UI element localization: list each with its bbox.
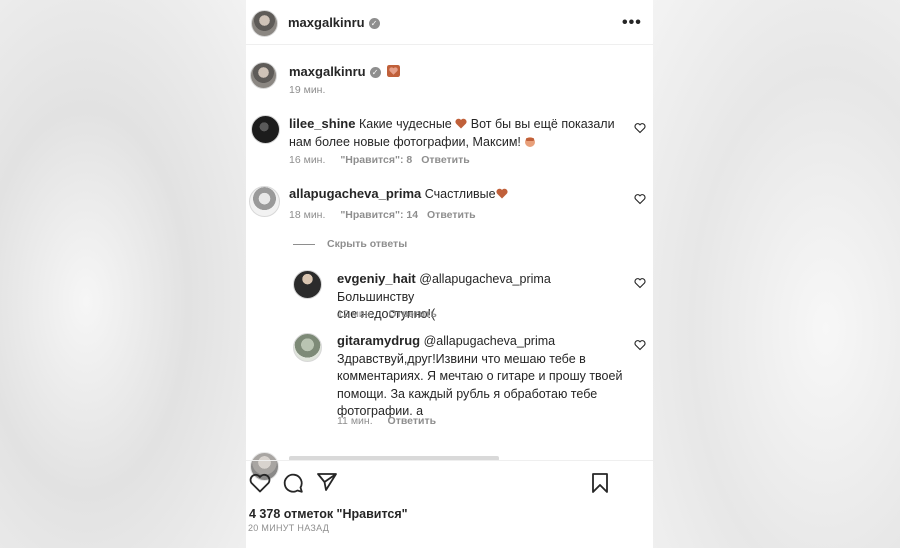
comment-time: 18 мин. [289, 209, 326, 221]
comment-text-part: Вот бы вы ещё показали [470, 117, 615, 131]
comment-text-part: Счастливые [424, 187, 496, 201]
post-panel: maxgalkinru ✓ ••• maxgalkinru ✓ 19 мин. li… [246, 0, 653, 548]
comment-text: lilee_shine Какие чудесные Вот бы вы ещё… [289, 115, 629, 151]
reply-button[interactable]: Ответить [421, 154, 470, 166]
comment-avatar[interactable] [249, 186, 280, 217]
reply-meta: 12 мин. Ответить [337, 308, 437, 320]
heart-emoji-icon [455, 118, 467, 129]
comment-text-part: нам более новые фотографии, Максим! [289, 134, 521, 149]
background-left [0, 0, 246, 548]
comment-text-part: Какие чудесные [358, 117, 452, 131]
reply-time: 12 мин. [337, 308, 374, 320]
header-username[interactable]: maxgalkinru ✓ [288, 15, 380, 30]
comment-icon[interactable] [282, 472, 304, 494]
comment-likes[interactable]: "Нравится": 14 [340, 209, 418, 221]
reply-meta: 11 мин. Ответить [337, 415, 436, 427]
comment-meta: 18 мин. "Нравится": 14 Ответить [289, 209, 476, 221]
comment-username[interactable]: lilee_shine [289, 116, 355, 131]
reply-avatar[interactable] [293, 270, 322, 299]
caption-avatar[interactable] [250, 62, 277, 89]
post-timestamp: 20 МИНУТ НАЗАД [248, 523, 330, 533]
share-icon[interactable] [316, 472, 338, 492]
comment-likes[interactable]: "Нравится": 8 [340, 154, 412, 166]
heart-emoji-icon [496, 188, 508, 199]
comment-time: 16 мин. [289, 154, 326, 166]
caption-time: 19 мин. [289, 84, 326, 96]
reply-button[interactable]: Ответить [388, 308, 437, 320]
comment-meta: 16 мин. "Нравится": 8 Ответить [289, 154, 470, 166]
reply-button[interactable]: Ответить [427, 209, 476, 221]
comment-text: allapugacheva_prima Счастливые [289, 185, 508, 204]
background-right [653, 0, 900, 548]
more-icon[interactable]: ••• [622, 14, 642, 32]
header-divider [246, 44, 653, 45]
heart-emoji-icon [387, 65, 401, 77]
reply-like-heart-icon[interactable] [634, 277, 646, 289]
comment-like-heart-icon[interactable] [634, 193, 646, 205]
face-emoji-icon [525, 136, 536, 147]
reply-like-heart-icon[interactable] [634, 339, 646, 351]
reply-text-part: комментариях. Я мечтаю о гитаре и прошу … [337, 369, 623, 383]
heart-icon[interactable] [249, 473, 271, 493]
comment-avatar[interactable] [251, 115, 280, 144]
comment-like-heart-icon[interactable] [634, 122, 646, 134]
reply-text-part: Здравствуй,друг!Извини что мешаю тебе в [337, 351, 586, 366]
verified-badge-icon: ✓ [368, 18, 380, 30]
reply-username[interactable]: gitaramydrug [337, 333, 420, 348]
reply-username[interactable]: evgeniy_hait [337, 271, 416, 286]
reply-avatar[interactable] [293, 333, 322, 362]
caption-username[interactable]: maxgalkinru ✓ [289, 64, 401, 79]
reply-button[interactable]: Ответить [388, 415, 437, 427]
actions-divider [246, 460, 653, 461]
comment-username[interactable]: allapugacheva_prima [289, 186, 421, 201]
likes-count[interactable]: 4 378 отметок "Нравится" [249, 507, 408, 521]
reply-text-part: @allapugacheva_prima [423, 334, 556, 348]
bookmark-icon[interactable] [591, 472, 609, 494]
reply-text-part: помощи. За каждый рубль я обработаю тебе [337, 386, 598, 401]
hide-replies-line [293, 244, 315, 245]
reply-time: 11 мин. [337, 415, 373, 427]
hide-replies-button[interactable]: Скрыть ответы [327, 238, 407, 250]
reply-text: gitaramydrug @allapugacheva_prima Здравс… [337, 332, 637, 421]
verified-badge-icon: ✓ [369, 67, 381, 79]
header-avatar[interactable] [251, 10, 278, 37]
